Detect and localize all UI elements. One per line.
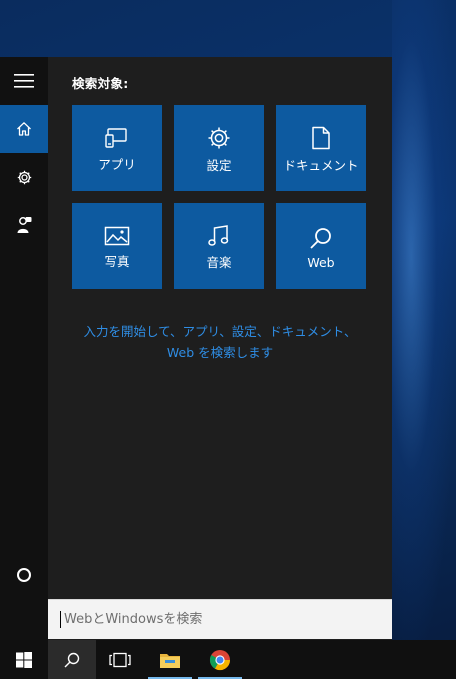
search-hint-text: 入力を開始して、アプリ、設定、ドキュメント、 Web を検索します	[48, 321, 392, 363]
gear-icon	[208, 127, 230, 149]
tile-music[interactable]: 音楽	[174, 203, 264, 289]
search-hint-line1: 入力を開始して、アプリ、設定、ドキュメント、	[83, 324, 357, 339]
tile-music-label: 音楽	[206, 255, 232, 270]
rail-home-button[interactable]	[0, 105, 48, 153]
hamburger-menu-icon	[14, 74, 34, 88]
search-icon	[64, 652, 80, 667]
tile-documents[interactable]: ドキュメント	[276, 105, 366, 191]
tile-web-label: Web	[307, 255, 335, 270]
text-caret	[60, 611, 61, 628]
rail-feedback-button[interactable]	[0, 201, 48, 249]
apps-icon	[105, 128, 127, 148]
taskbar	[0, 640, 456, 679]
search-panel: 検索対象: アプリ 設定 ドキュメント 写真 音楽 Web 入力を開始して、アプ…	[0, 57, 392, 640]
tile-apps[interactable]: アプリ	[72, 105, 162, 191]
tile-web[interactable]: Web	[276, 203, 366, 289]
panel-rail	[0, 57, 48, 640]
search-hint-line2: Web を検索します	[166, 345, 274, 360]
music-icon	[208, 225, 229, 246]
feedback-icon	[17, 217, 32, 233]
rail-settings-button[interactable]	[0, 153, 48, 201]
photo-icon	[104, 226, 130, 246]
chrome-icon	[209, 649, 231, 670]
document-icon	[312, 126, 330, 150]
search-icon	[310, 228, 331, 249]
desktop-wallpaper	[392, 0, 456, 640]
gear-icon	[17, 170, 31, 184]
chrome-button[interactable]	[196, 640, 244, 679]
windows-logo-icon	[16, 651, 32, 668]
tile-photos-label: 写真	[104, 254, 130, 269]
start-button[interactable]	[0, 640, 48, 679]
tile-apps-label: アプリ	[98, 157, 136, 172]
search-input[interactable]	[62, 611, 366, 628]
search-box[interactable]	[48, 599, 392, 639]
file-explorer-icon	[160, 653, 180, 668]
search-scope-heading: 検索対象:	[72, 76, 129, 91]
tile-settings[interactable]: 設定	[174, 105, 264, 191]
cortana-circle-icon	[17, 568, 31, 582]
tile-documents-label: ドキュメント	[283, 158, 359, 173]
task-view-button[interactable]	[96, 640, 144, 679]
tile-photos[interactable]: 写真	[72, 203, 162, 289]
task-view-icon	[109, 652, 131, 667]
tile-settings-label: 設定	[206, 158, 232, 173]
taskbar-search-button[interactable]	[48, 640, 96, 679]
file-explorer-button[interactable]	[146, 640, 194, 679]
cortana-button[interactable]	[0, 551, 48, 599]
home-icon	[17, 122, 31, 136]
hamburger-menu-button[interactable]	[0, 57, 48, 105]
search-scope-area: 検索対象: アプリ 設定 ドキュメント 写真 音楽 Web 入力を開始して、アプ…	[48, 57, 392, 640]
